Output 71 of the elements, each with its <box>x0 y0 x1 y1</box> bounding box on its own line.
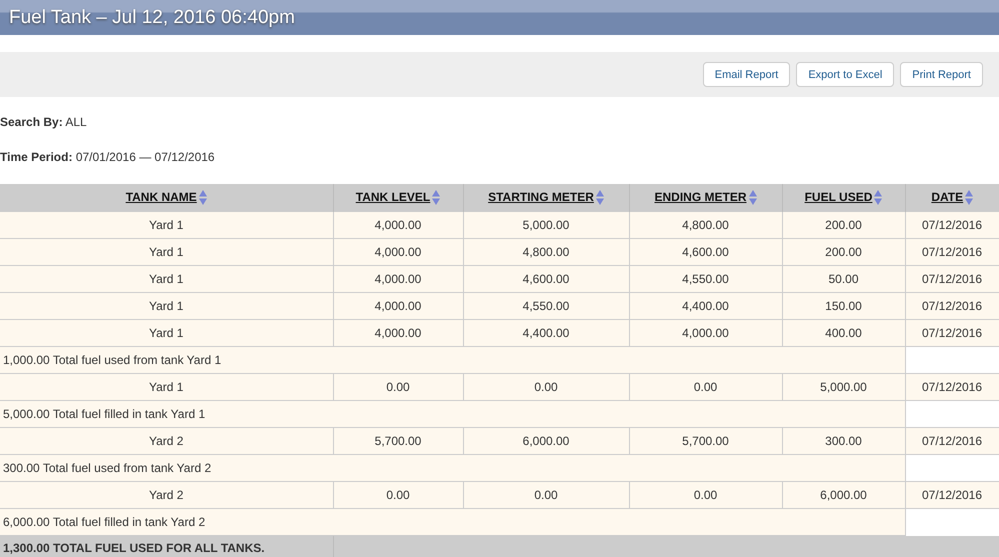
sort-icon[interactable] <box>432 190 440 206</box>
sort-link[interactable]: TANK LEVEL <box>356 190 430 204</box>
sort-icon[interactable] <box>596 190 604 206</box>
table-cell: 4,000.00 <box>333 320 463 346</box>
sort-icon[interactable] <box>748 190 756 206</box>
table-cell: 50.00 <box>782 266 905 292</box>
table-cell: 4,800.00 <box>629 212 782 238</box>
sort-icon[interactable] <box>965 190 974 206</box>
total-cell: 1,300.00 TOTAL FUEL USED FOR ALL TANKS. <box>0 536 333 557</box>
table-cell: 5,000.00 <box>782 374 905 400</box>
table-cell: 6,000.00 <box>782 482 905 508</box>
table-cell: 200.00 <box>782 212 905 238</box>
table-cell: 07/12/2016 <box>905 482 999 508</box>
sort-icon[interactable] <box>198 190 207 206</box>
table-cell: 4,000.00 <box>629 320 782 346</box>
table-cell: 4,600.00 <box>629 238 782 266</box>
summary-cell: 300.00 Total fuel used from tank Yard 2 <box>0 454 905 482</box>
filter-text: Time Period: 07/01/2016 — 07/12/2016 <box>0 150 216 166</box>
table-cell: 400.00 <box>782 320 905 346</box>
table-cell: Yard 1 <box>0 238 333 266</box>
sort-link[interactable]: FUEL USED <box>804 190 872 204</box>
table-cell: 4,400.00 <box>463 320 629 346</box>
table-cell: 5,700.00 <box>629 428 782 454</box>
table-cell: 0.00 <box>629 374 782 400</box>
table-cell: 4,000.00 <box>333 238 463 266</box>
table-cell: Yard 1 <box>0 292 333 320</box>
table-cell: 0.00 <box>333 482 463 508</box>
table-cell: 07/12/2016 <box>905 238 999 266</box>
table-cell: 4,400.00 <box>629 292 782 320</box>
table-cell: Yard 2 <box>0 428 333 454</box>
sort-icon[interactable] <box>874 190 882 206</box>
table-cell: 07/12/2016 <box>905 320 999 346</box>
table-cell: 4,000.00 <box>333 292 463 320</box>
summary-cell: 6,000.00 Total fuel filled in tank Yard 2 <box>0 508 905 536</box>
table-cell: 4,550.00 <box>629 266 782 292</box>
table-cell: 07/12/2016 <box>905 428 999 454</box>
table-cell: 4,000.00 <box>333 212 463 238</box>
table-cell: 0.00 <box>333 374 463 400</box>
report-button[interactable]: Export to Excel <box>796 62 894 87</box>
sort-link[interactable]: DATE <box>931 190 964 204</box>
summary-cell: 5,000.00 Total fuel filled in tank Yard 1 <box>0 400 905 428</box>
table-cell: 4,000.00 <box>333 266 463 292</box>
table-cell: 4,550.00 <box>463 292 629 320</box>
sort-link[interactable]: TANK NAME <box>126 190 197 204</box>
sort-link[interactable]: ENDING METER <box>654 190 746 204</box>
filter-text: Search By: ALL <box>0 115 88 131</box>
table-cell: 0.00 <box>463 374 629 400</box>
table-cell: 0.00 <box>463 482 629 508</box>
report-button[interactable]: Email Report <box>702 62 790 87</box>
table-cell: Yard 2 <box>0 482 333 508</box>
table-cell: 4,600.00 <box>463 266 629 292</box>
table-cell: Yard 1 <box>0 374 333 400</box>
report-button[interactable]: Print Report <box>900 62 983 87</box>
table-cell: 300.00 <box>782 428 905 454</box>
table-cell: 07/12/2016 <box>905 266 999 292</box>
window-title: Fuel Tank – Jul 12, 2016 06:40pm <box>9 6 295 28</box>
table-cell: 07/12/2016 <box>905 374 999 400</box>
sort-link[interactable]: STARTING METER <box>488 190 594 204</box>
table-cell: Yard 1 <box>0 320 333 346</box>
table-cell: 5,000.00 <box>463 212 629 238</box>
table-cell: 07/12/2016 <box>905 292 999 320</box>
table-cell: 150.00 <box>782 292 905 320</box>
table-cell: 07/12/2016 <box>905 212 999 238</box>
table-cell: 6,000.00 <box>463 428 629 454</box>
table-cell: 4,800.00 <box>463 238 629 266</box>
table-cell: 0.00 <box>629 482 782 508</box>
summary-cell: 1,000.00 Total fuel used from tank Yard 1 <box>0 346 905 374</box>
table-cell: Yard 1 <box>0 212 333 238</box>
table-cell: 5,700.00 <box>333 428 463 454</box>
table-cell: Yard 1 <box>0 266 333 292</box>
table-cell: 200.00 <box>782 238 905 266</box>
